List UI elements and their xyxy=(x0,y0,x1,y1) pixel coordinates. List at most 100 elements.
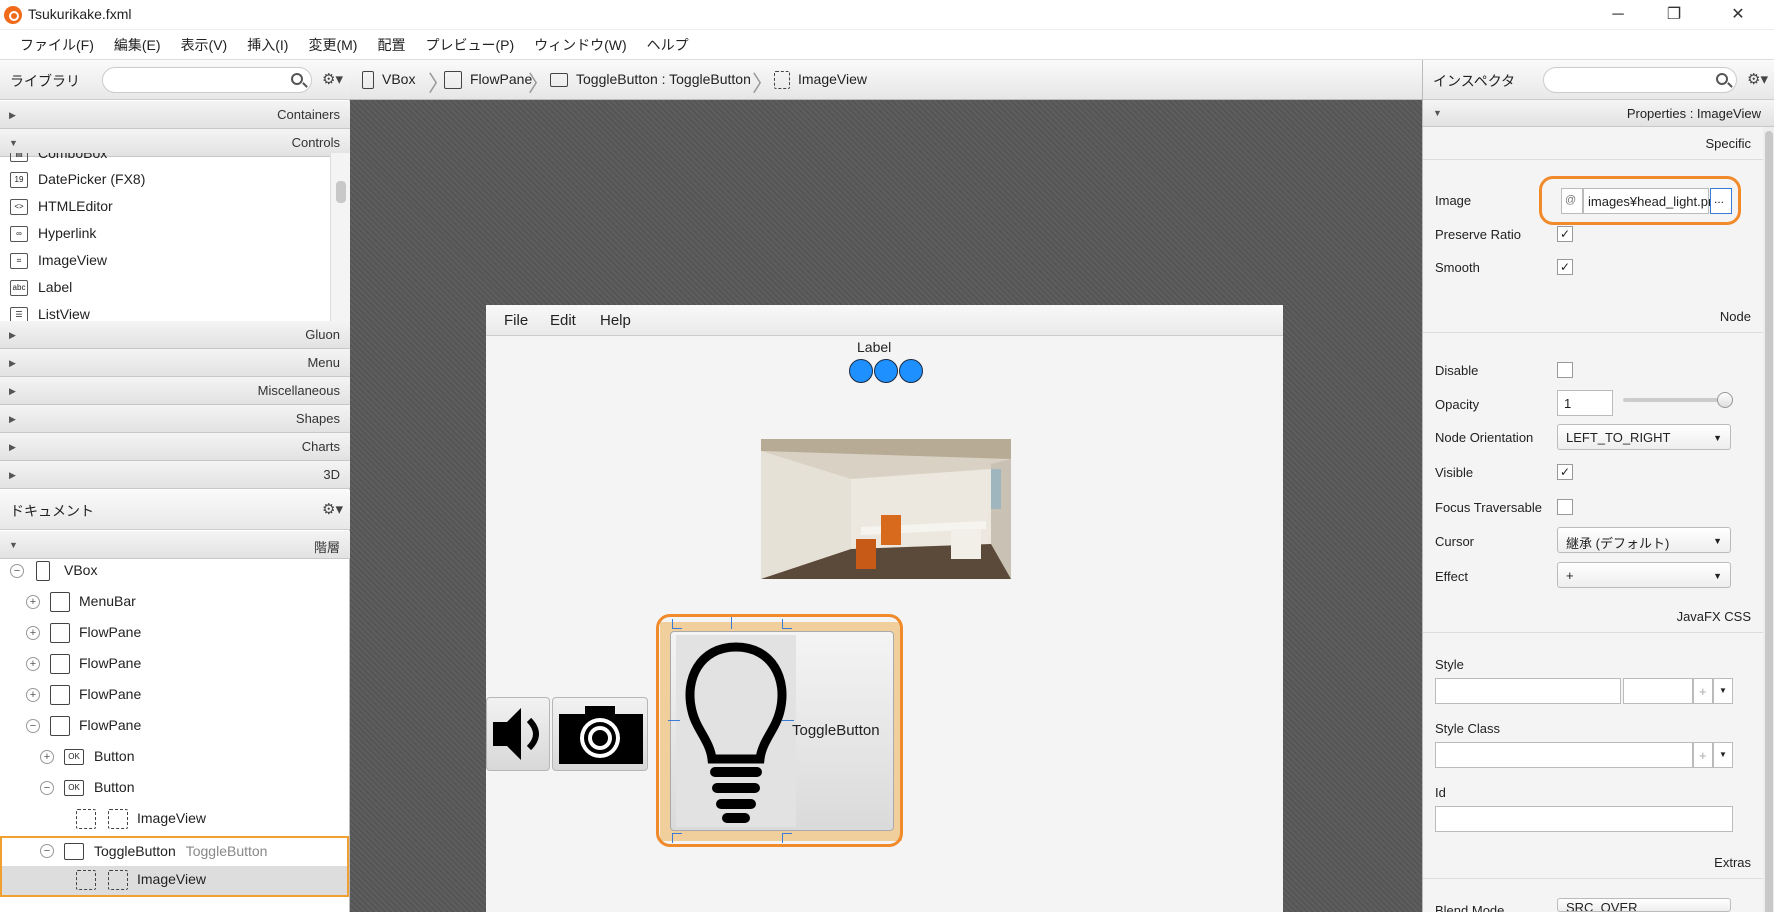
smooth-checkbox[interactable]: ✓ xyxy=(1557,259,1573,275)
category-menu[interactable]: ▶ Menu xyxy=(0,349,350,377)
canvas-menu-edit[interactable]: Edit xyxy=(550,312,576,329)
library-item[interactable]: ☰ ListView xyxy=(0,302,330,321)
library-scrollbar[interactable] xyxy=(330,153,350,321)
menu-arrange[interactable]: 配置 xyxy=(367,30,415,59)
tree-item-flowpane[interactable]: + FlowPane xyxy=(0,680,350,711)
menu-modify[interactable]: 変更(M) xyxy=(298,30,367,59)
focus-traversable-checkbox[interactable] xyxy=(1557,499,1573,515)
menu-edit[interactable]: 編集(E) xyxy=(104,30,171,59)
menu-view[interactable]: 表示(V) xyxy=(171,30,238,59)
inspector-scrollbar[interactable] xyxy=(1763,127,1774,912)
library-item[interactable]: 19 DatePicker (FX8) xyxy=(0,167,330,194)
disable-checkbox[interactable] xyxy=(1557,362,1573,378)
menu-window[interactable]: ウィンドウ(W) xyxy=(524,30,637,59)
tree-item-imageview-selected[interactable]: ImageView xyxy=(0,866,349,897)
category-3d[interactable]: ▶ 3D xyxy=(0,461,350,489)
effect-select[interactable]: + ▼ xyxy=(1557,562,1731,588)
breadcrumb-togglebutton[interactable]: ToggleButton : ToggleButton xyxy=(550,71,751,88)
tree-item-imageview[interactable]: ImageView xyxy=(0,804,350,835)
opacity-slider[interactable] xyxy=(1623,392,1733,408)
library-search-input[interactable] xyxy=(102,67,312,93)
node-orientation-select[interactable]: LEFT_TO_RIGHT ▼ xyxy=(1557,424,1731,450)
slider-knob[interactable] xyxy=(1717,392,1733,408)
style-add-button[interactable]: + xyxy=(1693,678,1713,704)
library-item[interactable]: ▤ ComboBox xyxy=(0,153,330,168)
hierarchy-header[interactable]: ▼ 階層 xyxy=(0,531,350,559)
collapse-icon[interactable]: − xyxy=(10,564,24,578)
breadcrumb-flowpane[interactable]: FlowPane xyxy=(444,71,532,90)
menu-insert[interactable]: 挿入(I) xyxy=(237,30,298,59)
scroll-thumb[interactable] xyxy=(1765,131,1773,912)
tree-item-togglebutton[interactable]: − ToggleButton ToggleButton xyxy=(0,836,349,867)
blend-mode-select[interactable]: SRC_OVER xyxy=(1557,898,1731,912)
category-charts[interactable]: ▶ Charts xyxy=(0,433,350,461)
style-class-field[interactable] xyxy=(1435,742,1693,768)
breadcrumb-vbox[interactable]: VBox xyxy=(362,71,415,90)
properties-header[interactable]: ▼ Properties : ImageView xyxy=(1423,101,1774,127)
circle-shape[interactable] xyxy=(899,359,923,383)
tree-item-button[interactable]: + OK Button xyxy=(0,742,350,773)
collapse-icon[interactable]: − xyxy=(40,781,54,795)
style-class-label: Style Class xyxy=(1435,721,1501,736)
category-shapes[interactable]: ▶ Shapes xyxy=(0,405,350,433)
circle-shape[interactable] xyxy=(874,359,898,383)
canvas-menu-file[interactable]: File xyxy=(504,312,528,329)
breadcrumb-imageview[interactable]: ImageView xyxy=(774,71,867,90)
library-item-label: ComboBox xyxy=(38,153,108,161)
dropdown-arrow-icon[interactable]: ▼ xyxy=(1713,678,1733,704)
visible-checkbox[interactable]: ✓ xyxy=(1557,464,1573,480)
tree-item-button[interactable]: − OK Button xyxy=(0,773,350,804)
expand-icon[interactable]: + xyxy=(26,688,40,702)
menu-file[interactable]: ファイル(F) xyxy=(10,30,104,59)
preserve-ratio-checkbox[interactable]: ✓ xyxy=(1557,226,1573,242)
chevron-right-icon: 〉 xyxy=(528,71,551,96)
library-item[interactable]: ∞ Hyperlink xyxy=(0,221,330,248)
gear-icon[interactable]: ⚙▾ xyxy=(1747,70,1768,88)
camera-button[interactable] xyxy=(552,697,648,771)
category-containers[interactable]: ▶ Containers xyxy=(0,101,350,129)
datepicker-icon: 19 xyxy=(10,172,28,188)
library-item[interactable]: <> HTMLEditor xyxy=(0,194,330,221)
flowpane-icon xyxy=(50,716,70,736)
style-field[interactable] xyxy=(1435,678,1621,704)
menu-help[interactable]: ヘルプ xyxy=(637,30,699,59)
triangle-right-icon: ▶ xyxy=(9,358,16,368)
collapse-icon[interactable]: − xyxy=(26,719,40,733)
id-field[interactable] xyxy=(1435,806,1733,832)
opacity-field[interactable]: 1 xyxy=(1557,390,1613,416)
tree-item-flowpane[interactable]: + FlowPane xyxy=(0,649,350,680)
imageview-icon xyxy=(108,870,128,890)
category-miscellaneous[interactable]: ▶ Miscellaneous xyxy=(0,377,350,405)
cursor-select[interactable]: 継承 (デフォルト) ▼ xyxy=(1557,527,1731,553)
style-class-add-button[interactable]: + xyxy=(1693,742,1713,768)
tree-item-vbox[interactable]: − VBox xyxy=(0,556,350,587)
expand-icon[interactable]: + xyxy=(40,750,54,764)
menu-preview[interactable]: プレビュー(P) xyxy=(415,30,524,59)
dropdown-arrow-icon[interactable]: ▼ xyxy=(1713,742,1733,768)
circle-shape[interactable] xyxy=(849,359,873,383)
triangle-down-icon: ▼ xyxy=(1433,108,1442,118)
speaker-button[interactable] xyxy=(486,697,550,771)
tree-item-flowpane[interactable]: + FlowPane xyxy=(0,618,350,649)
expand-icon[interactable]: + xyxy=(26,595,40,609)
close-button[interactable]: ✕ xyxy=(1710,0,1766,30)
canvas-menu-help[interactable]: Help xyxy=(600,312,631,329)
category-gluon[interactable]: ▶ Gluon xyxy=(0,321,350,349)
tree-item-menubar[interactable]: + MenuBar xyxy=(0,587,350,618)
maximize-button[interactable]: ❐ xyxy=(1646,0,1702,30)
room-photo[interactable] xyxy=(761,439,1011,579)
tree-item-flowpane[interactable]: − FlowPane xyxy=(0,711,350,742)
expand-icon[interactable]: + xyxy=(26,657,40,671)
scroll-thumb[interactable] xyxy=(336,181,346,203)
library-item[interactable]: ⌗ ImageView xyxy=(0,248,330,275)
expand-icon[interactable]: + xyxy=(26,626,40,640)
section-label: Specific xyxy=(1705,136,1751,151)
canvas-label[interactable]: Label xyxy=(857,339,891,355)
inspector-search-input[interactable] xyxy=(1543,67,1737,93)
style-value-field[interactable] xyxy=(1623,678,1693,704)
collapse-icon[interactable]: − xyxy=(40,844,54,858)
minimize-button[interactable]: ─ xyxy=(1590,0,1646,30)
gear-icon[interactable]: ⚙▾ xyxy=(322,500,343,518)
gear-icon[interactable]: ⚙▾ xyxy=(322,70,343,88)
library-item[interactable]: abc Label xyxy=(0,275,330,302)
